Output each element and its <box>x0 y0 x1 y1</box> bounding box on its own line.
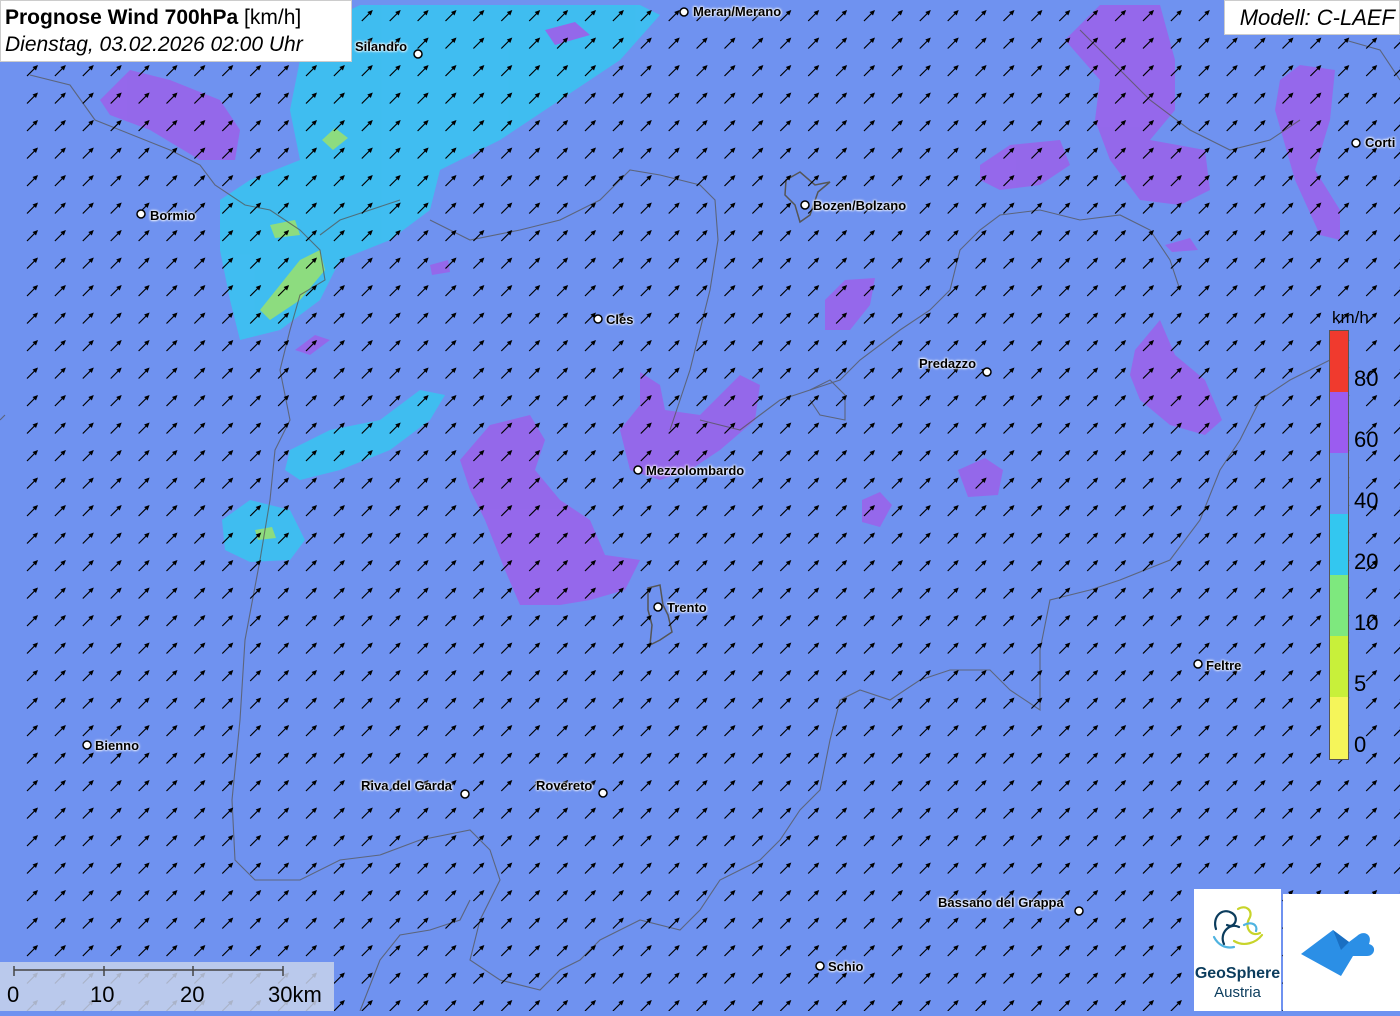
legend-segment-0-5 <box>1330 697 1348 759</box>
legend-segment-80-plus <box>1330 331 1348 392</box>
legend-segment-40-60 <box>1330 453 1348 514</box>
city-label-silandro: Silandro <box>355 39 408 54</box>
scale-label-0: 0 <box>7 982 20 1007</box>
scale-ruler <box>13 966 284 976</box>
city-marker <box>653 602 663 612</box>
model-label: Modell: C-LAEF <box>1224 0 1400 35</box>
city-label-schio: Schio <box>828 959 864 974</box>
city-label-corti: Corti <box>1365 135 1396 150</box>
city-marker <box>982 367 992 377</box>
legend-unit: km/h <box>1332 308 1369 327</box>
city-label-feltre: Feltre <box>1206 658 1242 673</box>
city-label-bormio: Bormio <box>150 208 196 223</box>
forecast-datetime: Dienstag, 03.02.2026 02:00 Uhr <box>5 33 303 56</box>
geosphere-country: Austria <box>1214 984 1261 1001</box>
scale-label-30km: 30km <box>268 982 322 1007</box>
city-marker <box>800 200 810 210</box>
city-marker <box>1351 138 1361 148</box>
city-marker <box>633 465 643 475</box>
weather-app-logo[interactable] <box>1283 894 1400 1011</box>
city-marker <box>815 961 825 971</box>
city-label-rovereto: Rovereto <box>536 778 593 793</box>
city-label-predazzo: Predazzo <box>919 356 977 371</box>
scale-bar: 0 10 20 30km <box>0 962 334 1011</box>
legend-tick-0: 0 <box>1354 732 1367 757</box>
scale-label-10: 10 <box>90 982 115 1007</box>
legend-tick-80: 80 <box>1354 366 1379 391</box>
legend-segment-20-40 <box>1330 514 1348 575</box>
city-marker <box>460 789 470 799</box>
city-label-mezzolombardo: Mezzolombardo <box>646 463 745 478</box>
legend-segment-10-20 <box>1330 575 1348 636</box>
city-label-trento: Trento <box>667 600 707 615</box>
legend-tick-10: 10 <box>1354 610 1379 635</box>
city-label-bienno: Bienno <box>95 738 140 753</box>
color-legend: km/h 80 60 40 20 10 5 0 <box>1324 304 1379 760</box>
title-box: Prognose Wind 700hPa [km/h] Dienstag, 03… <box>0 0 352 62</box>
city-label-cles: Cles <box>606 312 634 327</box>
geosphere-name: GeoSphere <box>1194 965 1281 982</box>
city-label-riva: Riva del Garda <box>361 778 453 793</box>
geosphere-logo[interactable]: GeoSphere Austria <box>1194 889 1281 1011</box>
wind-map[interactable] <box>0 0 1400 1011</box>
city-label-bassano: Bassano del Grappa <box>938 895 1064 910</box>
legend-tick-40: 40 <box>1354 488 1379 513</box>
cloud-arrow-icon <box>1301 930 1375 976</box>
legend-tick-20: 20 <box>1354 549 1379 574</box>
title-main: Prognose Wind 700hPa <box>5 6 239 29</box>
scale-label-20: 20 <box>180 982 205 1007</box>
city-marker <box>413 49 423 59</box>
city-marker <box>1074 906 1084 916</box>
city-marker <box>679 7 689 17</box>
legend-bar <box>1329 330 1349 760</box>
city-label-meran: Meran/Merano <box>693 4 782 19</box>
legend-segment-5-10 <box>1330 636 1348 697</box>
geosphere-emblem-icon <box>1212 906 1264 949</box>
city-marker <box>1193 659 1203 669</box>
page-title: Prognose Wind 700hPa [km/h] <box>5 4 347 31</box>
title-unit: [km/h] <box>244 6 302 29</box>
legend-tick-5: 5 <box>1354 671 1367 696</box>
city-marker <box>136 209 146 219</box>
city-marker <box>82 740 92 750</box>
city-label-bozen: Bozen/Bolzano <box>813 198 907 213</box>
city-marker <box>598 788 608 798</box>
legend-tick-60: 60 <box>1354 427 1379 452</box>
legend-segment-60-80 <box>1330 392 1348 453</box>
city-marker <box>593 314 603 324</box>
